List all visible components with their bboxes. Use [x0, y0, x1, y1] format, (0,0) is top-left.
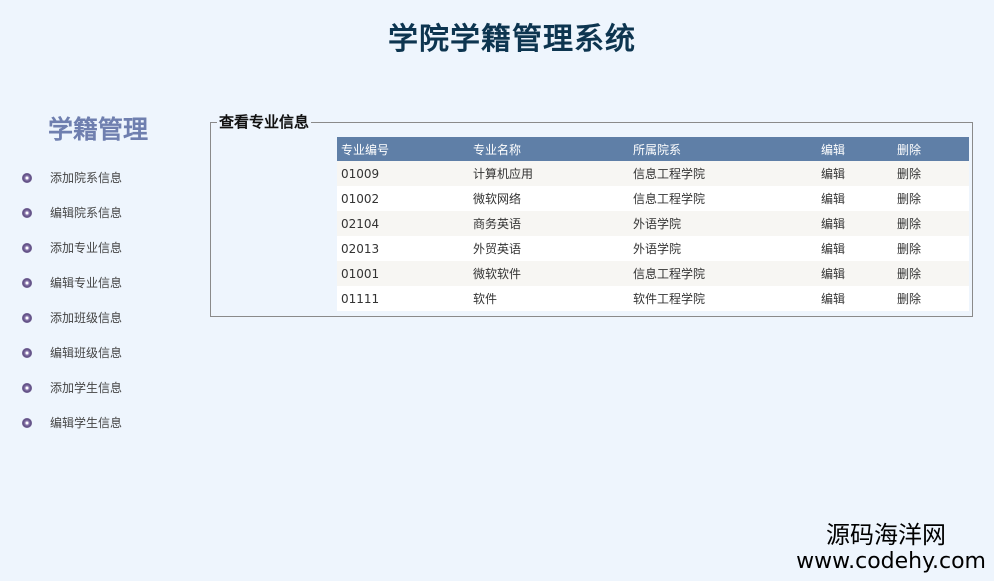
edit-link[interactable]: 编辑 [821, 267, 845, 281]
cell-department: 信息工程学院 [629, 261, 817, 286]
cell-department: 信息工程学院 [629, 186, 817, 211]
cell-major-id: 02104 [337, 211, 469, 236]
sidebar-item-edit-class[interactable]: 编辑班级信息 [22, 335, 122, 370]
column-header-delete: 删除 [893, 137, 969, 161]
sidebar-item-label[interactable]: 添加院系信息 [50, 169, 122, 186]
column-header-major-name: 专业名称 [469, 137, 629, 161]
cell-department: 信息工程学院 [629, 161, 817, 186]
cell-major-id: 01111 [337, 286, 469, 311]
sidebar-item-label[interactable]: 添加专业信息 [50, 239, 122, 256]
delete-link[interactable]: 删除 [897, 192, 921, 206]
sidebar-menu: 添加院系信息 编辑院系信息 添加专业信息 编辑专业信息 添加班级信息 编辑班级信… [22, 160, 122, 440]
cell-department: 外语学院 [629, 236, 817, 261]
spiral-bullet-icon [22, 312, 32, 323]
sidebar-item-add-major[interactable]: 添加专业信息 [22, 230, 122, 265]
table-row: 02104 商务英语 外语学院 编辑 删除 [337, 211, 969, 236]
edit-link[interactable]: 编辑 [821, 167, 845, 181]
cell-major-id: 02013 [337, 236, 469, 261]
spiral-bullet-icon [22, 417, 32, 428]
watermark: 源码海洋网 www.codehy.com [796, 521, 986, 575]
edit-link[interactable]: 编辑 [821, 292, 845, 306]
cell-major-name: 外贸英语 [469, 236, 629, 261]
sidebar-item-edit-major[interactable]: 编辑专业信息 [22, 265, 122, 300]
sidebar-item-add-student[interactable]: 添加学生信息 [22, 370, 122, 405]
edit-link[interactable]: 编辑 [821, 217, 845, 231]
column-header-edit: 编辑 [817, 137, 893, 161]
edit-link[interactable]: 编辑 [821, 242, 845, 256]
delete-link[interactable]: 删除 [897, 267, 921, 281]
sidebar-item-label[interactable]: 添加班级信息 [50, 309, 122, 326]
watermark-url: www.codehy.com [796, 549, 986, 574]
cell-major-name: 计算机应用 [469, 161, 629, 186]
spiral-bullet-icon [22, 382, 32, 393]
cell-department: 软件工程学院 [629, 286, 817, 311]
cell-major-name: 商务英语 [469, 211, 629, 236]
watermark-name: 源码海洋网 [826, 521, 946, 549]
table-row: 01001 微软软件 信息工程学院 编辑 删除 [337, 261, 969, 286]
table-header-row: 专业编号 专业名称 所属院系 编辑 删除 [337, 137, 969, 161]
cell-major-id: 01009 [337, 161, 469, 186]
cell-major-id: 01002 [337, 186, 469, 211]
sidebar-title: 学籍管理 [48, 115, 149, 144]
sidebar-item-add-department[interactable]: 添加院系信息 [22, 160, 122, 195]
delete-link[interactable]: 删除 [897, 292, 921, 306]
major-table: 专业编号 专业名称 所属院系 编辑 删除 01009 计算机应用 信息工程学院 … [337, 137, 969, 311]
spiral-bullet-icon [22, 347, 32, 358]
sidebar-item-add-class[interactable]: 添加班级信息 [22, 300, 122, 335]
table-row: 01009 计算机应用 信息工程学院 编辑 删除 [337, 161, 969, 186]
page-title: 学院学籍管理系统 [388, 22, 636, 57]
sidebar-item-label[interactable]: 编辑专业信息 [50, 274, 122, 291]
sidebar-item-label[interactable]: 编辑班级信息 [50, 344, 122, 361]
sidebar-item-label[interactable]: 编辑学生信息 [50, 414, 122, 431]
column-header-major-id: 专业编号 [337, 137, 469, 161]
cell-major-id: 01001 [337, 261, 469, 286]
column-header-department: 所属院系 [629, 137, 817, 161]
sidebar-item-edit-department[interactable]: 编辑院系信息 [22, 195, 122, 230]
delete-link[interactable]: 删除 [897, 217, 921, 231]
table-row: 01002 微软网络 信息工程学院 编辑 删除 [337, 186, 969, 211]
table-row: 01111 软件 软件工程学院 编辑 删除 [337, 286, 969, 311]
sidebar-item-label[interactable]: 编辑院系信息 [50, 204, 122, 221]
sidebar-item-label[interactable]: 添加学生信息 [50, 379, 122, 396]
spiral-bullet-icon [22, 172, 32, 183]
cell-department: 外语学院 [629, 211, 817, 236]
cell-major-name: 微软网络 [469, 186, 629, 211]
spiral-bullet-icon [22, 277, 32, 288]
edit-link[interactable]: 编辑 [821, 192, 845, 206]
panel-legend: 查看专业信息 [217, 111, 312, 132]
spiral-bullet-icon [22, 207, 32, 218]
cell-major-name: 软件 [469, 286, 629, 311]
cell-major-name: 微软软件 [469, 261, 629, 286]
sidebar-item-edit-student[interactable]: 编辑学生信息 [22, 405, 122, 440]
delete-link[interactable]: 删除 [897, 242, 921, 256]
table-row: 02013 外贸英语 外语学院 编辑 删除 [337, 236, 969, 261]
spiral-bullet-icon [22, 242, 32, 253]
delete-link[interactable]: 删除 [897, 167, 921, 181]
